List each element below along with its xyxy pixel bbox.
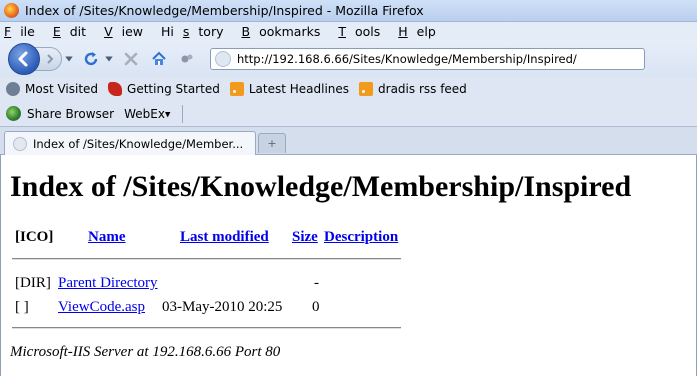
toolbar-separator — [182, 104, 184, 123]
tab-title: Index of /Sites/Knowledge/Member... — [33, 136, 244, 151]
navigation-toolbar: http://192.168.6.66/Sites/Knowledge/Memb… — [0, 41, 697, 77]
column-ico: [ICO] — [15, 229, 54, 245]
reload-dropdown[interactable] — [104, 48, 114, 70]
globe-icon — [6, 106, 21, 121]
row-size: - — [314, 275, 319, 291]
divider-top — [12, 258, 401, 260]
page-content: Index of /Sites/Knowledge/Membership/Ins… — [0, 155, 697, 376]
url-bar[interactable]: http://192.168.6.66/Sites/Knowledge/Memb… — [210, 48, 645, 70]
chevron-down-icon: ▼ — [164, 110, 171, 118]
site-favicon-icon — [215, 51, 231, 67]
bookmarks-toolbar: Most Visited Getting Started Latest Head… — [0, 77, 697, 101]
menu-bookmarks[interactable]: Bookmarks — [242, 24, 330, 39]
row-size: 0 — [312, 299, 320, 315]
share-browser-button[interactable]: Share Browser — [27, 107, 114, 121]
parent-directory-link[interactable]: Parent Directory — [58, 275, 158, 292]
back-button[interactable] — [8, 43, 40, 75]
back-arrow-icon — [18, 51, 28, 67]
column-size-link[interactable]: Size — [292, 229, 318, 246]
chevron-down-icon — [65, 56, 73, 62]
tab-favicon-icon — [13, 136, 27, 151]
url-text: http://192.168.6.66/Sites/Knowledge/Memb… — [237, 52, 577, 66]
new-tab-button[interactable]: + — [258, 133, 286, 153]
history-dropdown[interactable] — [64, 48, 74, 70]
reload-icon — [84, 52, 98, 66]
bookmark-dradis-feed[interactable]: dradis rss feed — [359, 82, 467, 96]
firefox-red-icon — [108, 82, 123, 96]
menu-bar: File Edit View Hi s tory Bookmarks Tools H… — [0, 22, 697, 41]
window-titlebar: Index of /Sites/Knowledge/Membership/Ins… — [0, 0, 697, 22]
bookmark-getting-started[interactable]: Getting Started — [108, 82, 220, 96]
page-heading: Index of /Sites/Knowledge/Membership/Ins… — [10, 170, 632, 203]
column-last-modified-link[interactable]: Last modified — [180, 229, 269, 246]
stop-icon — [124, 52, 138, 66]
menu-history[interactable]: Hi s tory — [161, 24, 232, 39]
row-modified: 03-May-2010 20:25 — [162, 299, 283, 315]
file-link[interactable]: ViewCode.asp — [58, 299, 145, 316]
rss-icon — [229, 82, 244, 96]
divider-bottom — [12, 327, 401, 329]
forward-arrow-icon — [47, 54, 54, 64]
column-name-link[interactable]: Name — [88, 229, 126, 246]
gear-icon — [6, 82, 20, 96]
chevron-down-icon — [105, 56, 113, 62]
home-button[interactable] — [148, 48, 170, 70]
puzzle-icon — [181, 54, 193, 63]
server-footer: Microsoft-IIS Server at 192.168.6.66 Por… — [10, 344, 281, 360]
tab-active[interactable]: Index of /Sites/Knowledge/Member... — [4, 131, 256, 155]
tab-strip: Index of /Sites/Knowledge/Member... + — [0, 127, 697, 155]
row-icon: [DIR] — [15, 275, 51, 291]
window-title: Index of /Sites/Knowledge/Membership/Ins… — [25, 3, 424, 18]
firefox-logo-icon — [4, 3, 19, 18]
menu-help[interactable]: Help — [398, 24, 445, 39]
bookmark-latest-headlines[interactable]: Latest Headlines — [229, 82, 349, 96]
row-icon: [ ] — [15, 299, 29, 315]
home-icon — [152, 51, 166, 65]
webex-menu-button[interactable]: WebEx▼ — [124, 107, 170, 121]
menu-edit[interactable]: Edit — [53, 24, 95, 39]
reload-button[interactable] — [80, 48, 102, 70]
menu-file[interactable]: File — [4, 24, 44, 39]
addon-button[interactable] — [176, 48, 198, 70]
webex-toolbar: Share Browser WebEx▼ — [0, 101, 697, 127]
bookmark-most-visited[interactable]: Most Visited — [6, 82, 98, 96]
rss-icon — [359, 82, 374, 96]
stop-button[interactable] — [120, 48, 142, 70]
menu-tools[interactable]: Tools — [338, 24, 389, 39]
column-description-link[interactable]: Description — [324, 229, 398, 246]
menu-view[interactable]: View — [104, 24, 152, 39]
